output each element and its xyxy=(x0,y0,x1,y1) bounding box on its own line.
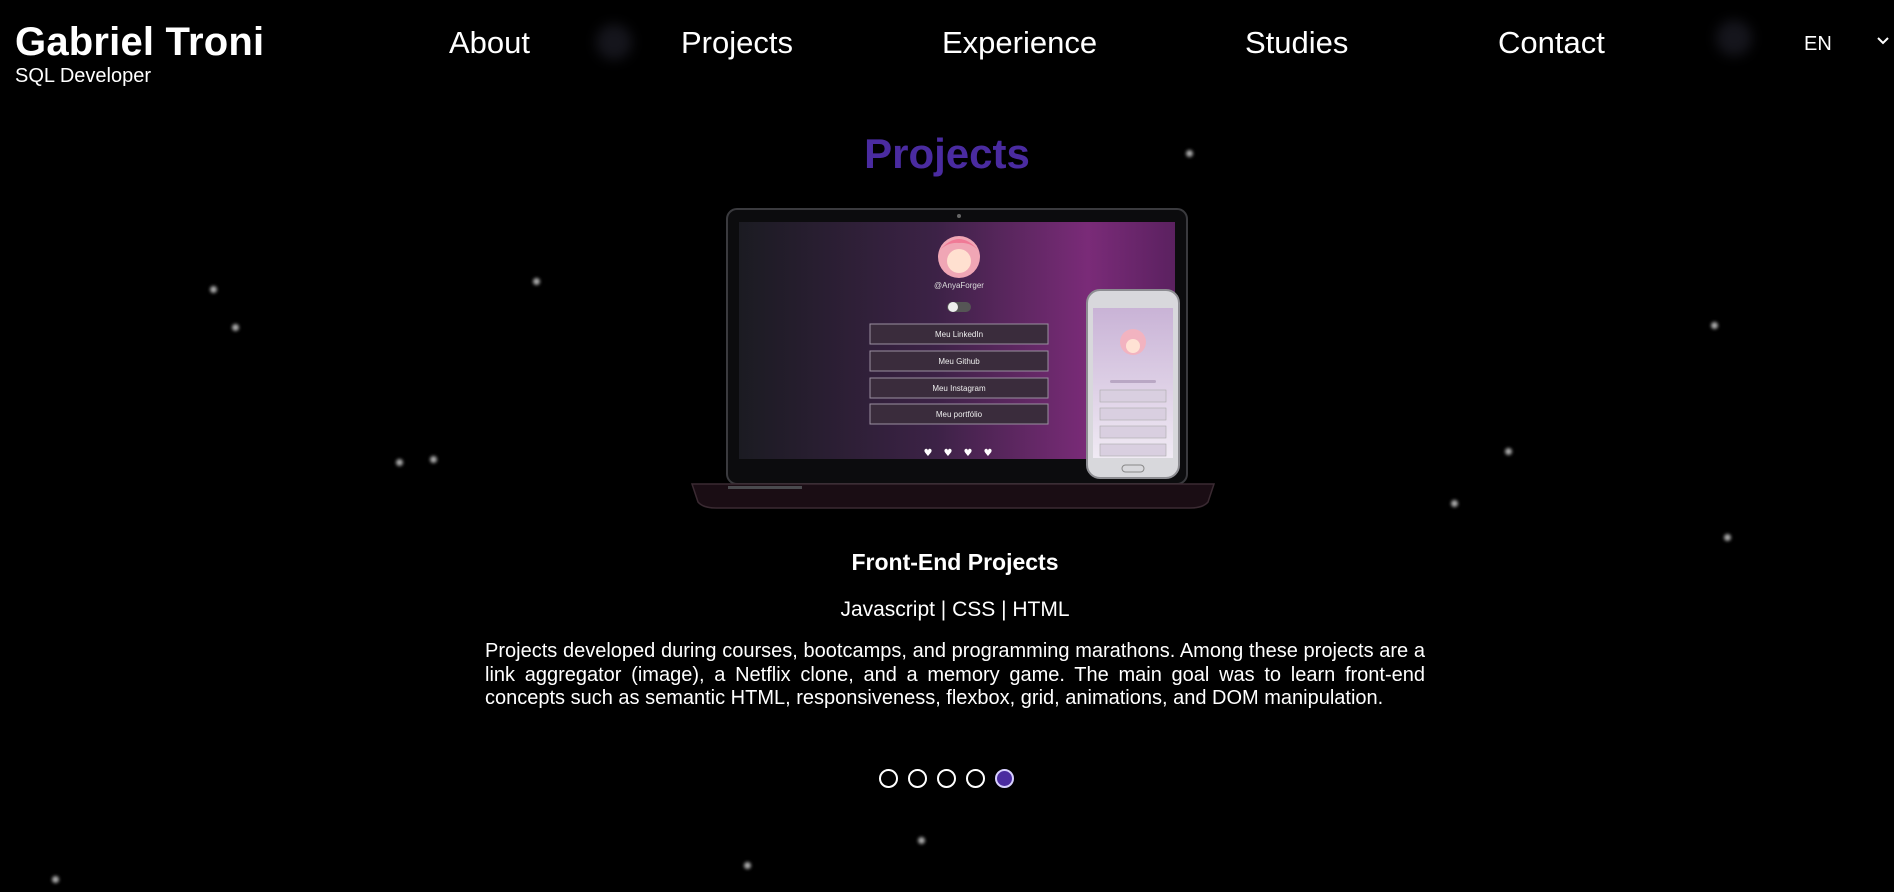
nav-contact[interactable]: Contact xyxy=(1498,24,1605,62)
image-handle: @AnyaForger xyxy=(934,281,984,290)
project-title: Front-End Projects xyxy=(851,549,1059,575)
phone-mockup xyxy=(1086,289,1180,479)
image-link-1: Meu LinkedIn xyxy=(935,330,983,339)
svg-text:♥: ♥ xyxy=(964,448,973,459)
chevron-down-icon[interactable] xyxy=(1875,33,1891,49)
section-title: Projects xyxy=(864,130,1030,177)
nav-about[interactable]: About xyxy=(449,24,530,62)
image-link-2: Meu Github xyxy=(938,357,980,366)
brand-name: Gabriel Troni xyxy=(15,20,265,64)
carousel-dot-3[interactable] xyxy=(937,769,956,788)
nav-experience[interactable]: Experience xyxy=(942,24,1097,62)
project-image: @AnyaForger Meu LinkedIn Meu Github Meu … xyxy=(690,208,1216,509)
svg-text:♥: ♥ xyxy=(984,448,993,459)
site-header: Gabriel Troni SQL Developer About Projec… xyxy=(0,0,1894,100)
brand-role: SQL Developer xyxy=(15,65,151,87)
carousel-dot-4[interactable] xyxy=(966,769,985,788)
carousel-dot-1[interactable] xyxy=(879,769,898,788)
image-link-3: Meu Instagram xyxy=(932,384,986,393)
carousel-pagination xyxy=(879,769,1014,793)
carousel-dot-2[interactable] xyxy=(908,769,927,788)
carousel-dot-5[interactable] xyxy=(995,769,1014,788)
project-description: Projects developed during courses, bootc… xyxy=(485,640,1425,709)
brand[interactable]: Gabriel Troni SQL Developer xyxy=(15,20,264,88)
nav-projects[interactable]: Projects xyxy=(681,24,793,62)
svg-text:♥: ♥ xyxy=(944,448,953,459)
image-link-4: Meu portfólio xyxy=(936,410,983,419)
language-select[interactable]: EN xyxy=(1804,30,1832,58)
nav-studies[interactable]: Studies xyxy=(1245,24,1348,62)
avatar xyxy=(938,236,980,278)
project-tech-stack: Javascript | CSS | HTML xyxy=(840,598,1070,621)
svg-text:♥: ♥ xyxy=(924,448,933,459)
